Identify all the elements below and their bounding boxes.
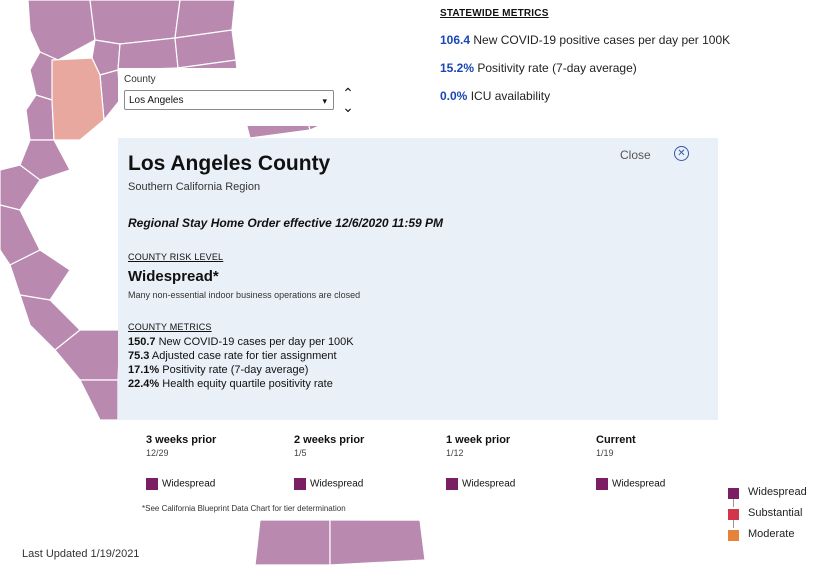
tier-badge: Widespread xyxy=(446,478,515,490)
county-metric: 150.7 New COVID-19 cases per day per 100… xyxy=(128,336,354,348)
county-metric: 22.4% Health equity quartile positivity … xyxy=(128,378,333,390)
county-metric: 75.3 Adjusted case rate for tier assignm… xyxy=(128,350,337,362)
county-metrics-title: COUNTY METRICS xyxy=(128,322,212,332)
tier-swatch xyxy=(596,478,608,490)
footnote: *See California Blueprint Data Chart for… xyxy=(142,504,346,513)
county-name: Los Angeles County xyxy=(128,152,331,175)
tier-swatch xyxy=(294,478,306,490)
tier-swatch xyxy=(146,478,158,490)
statewide-metrics: STATEWIDE METRICS 106.4 New COVID-19 pos… xyxy=(440,8,810,103)
timeline-column: Current 1/19 Widespread xyxy=(596,434,666,490)
county-select-label: County xyxy=(124,74,156,85)
map-county xyxy=(27,0,96,61)
map-county xyxy=(79,379,119,421)
legend-swatch xyxy=(728,488,739,499)
chevron-down-icon[interactable]: ⌄ xyxy=(340,100,356,114)
risk-level-title: COUNTY RISK LEVEL xyxy=(128,252,224,262)
county-detail-panel: Los Angeles County Southern California R… xyxy=(118,138,718,420)
map-county xyxy=(254,519,331,566)
legend-connector xyxy=(733,499,734,507)
legend-swatch xyxy=(728,509,739,520)
stay-home-order: Regional Stay Home Order effective 12/6/… xyxy=(128,216,444,230)
last-updated: Last Updated 1/19/2021 xyxy=(22,548,140,560)
caret-down-icon: ▾ xyxy=(322,96,327,106)
tier-timeline: 3 weeks prior 12/29 Widespread 2 weeks p… xyxy=(118,420,718,520)
tier-badge: Widespread xyxy=(146,478,215,490)
county-dropdown-value: Los Angeles xyxy=(129,95,184,106)
statewide-title: STATEWIDE METRICS xyxy=(440,8,549,19)
county-metric: 17.1% Positivity rate (7-day average) xyxy=(128,364,309,376)
close-button[interactable]: Close xyxy=(620,148,651,162)
county-stepper[interactable]: ⌃ ⌄ xyxy=(340,86,356,118)
timeline-column: 3 weeks prior 12/29 Widespread xyxy=(146,434,217,490)
tier-badge: Widespread xyxy=(596,478,665,490)
timeline-column: 1 week prior 1/12 Widespread xyxy=(446,434,516,490)
county-selector: County Los Angeles ▾ ⌃ ⌄ xyxy=(118,68,356,126)
map-county xyxy=(25,94,55,141)
map-county xyxy=(117,37,179,71)
close-icon[interactable]: ✕ xyxy=(674,146,689,161)
legend-swatch xyxy=(728,530,739,541)
legend-connector xyxy=(733,520,734,528)
map-county xyxy=(89,0,181,45)
risk-level: Widespread* xyxy=(128,268,219,285)
statewide-metric: 0.0% ICU availability xyxy=(440,89,551,103)
statewide-metric: 106.4 New COVID-19 positive cases per da… xyxy=(440,33,731,47)
county-dropdown[interactable]: Los Angeles ▾ xyxy=(124,90,334,110)
tier-swatch xyxy=(446,478,458,490)
statewide-metric: 15.2% Positivity rate (7-day average) xyxy=(440,61,637,75)
chevron-up-icon[interactable]: ⌃ xyxy=(340,86,356,100)
timeline-column: 2 weeks prior 1/5 Widespread xyxy=(294,434,365,490)
map-county xyxy=(329,519,426,566)
county-region: Southern California Region xyxy=(128,181,261,193)
map-county-selected xyxy=(51,57,105,141)
tier-badge: Widespread xyxy=(294,478,363,490)
risk-description: Many non-essential indoor business opera… xyxy=(128,290,361,300)
